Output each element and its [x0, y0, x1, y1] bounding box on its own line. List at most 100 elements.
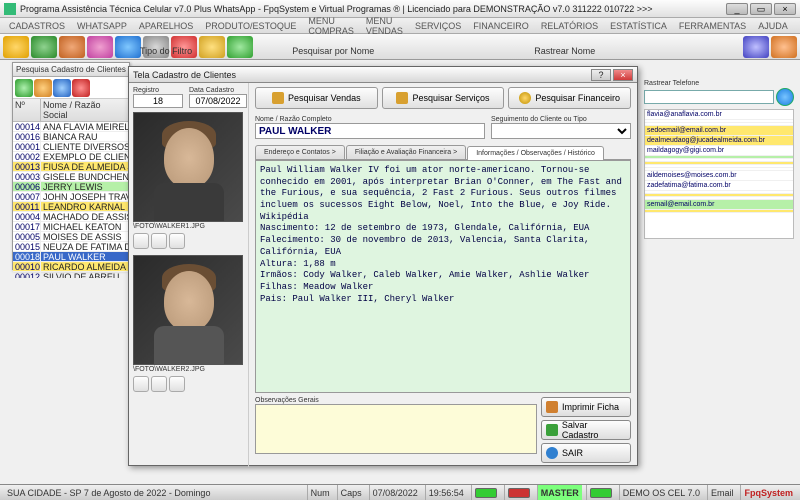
client-form-title[interactable]: Tela Cadastro de Clientes [133, 70, 236, 80]
clients-grid[interactable]: 00014ANA FLAVIA MEIRELES00016BIANCA RAU0… [13, 122, 129, 278]
obs-textarea[interactable] [255, 404, 537, 454]
menu-ferramentas[interactable]: FERRAMENTAS [674, 20, 751, 32]
imprimir-ficha-button[interactable]: Imprimir Ficha [541, 397, 631, 417]
email-row[interactable]: aildemoises@moises.com.br [645, 171, 793, 181]
table-row[interactable]: 00015NEUZA DE FATIMA DA SI [13, 242, 129, 252]
status-date: 07/08/2022 [369, 485, 421, 500]
table-row[interactable]: 00011LEANDRO KARNAL [13, 202, 129, 212]
table-row[interactable]: 00001CLIENTE DIVERSOS [13, 142, 129, 152]
menu-financeiro[interactable]: FINANCEIRO [468, 20, 534, 32]
table-row[interactable]: 00017MICHAEL KEATON [13, 222, 129, 232]
table-row[interactable]: 00013FIUSA DE ALMEIDA JUCA [13, 162, 129, 172]
print-icon [546, 401, 558, 413]
clients-search-title[interactable]: Pesquisa Cadastro de Clientes [13, 63, 129, 77]
table-row[interactable]: 00003GISELE BUNDCHEN [13, 172, 129, 182]
photo1-caption: \FOTO\WALKER1.JPG [133, 222, 244, 231]
table-row[interactable]: 00014ANA FLAVIA MEIRELES [13, 122, 129, 132]
maximize-button[interactable]: ▭ [750, 3, 772, 15]
menu-vendas[interactable]: MENU VENDAS [361, 15, 408, 37]
refresh-icon[interactable] [53, 79, 71, 97]
registro-label: Registro [133, 87, 183, 94]
photo2-caption: \FOTO\WALKER2.JPG [133, 365, 244, 374]
tab-filiacao[interactable]: Filiação e Avaliação Financeira > [346, 145, 466, 159]
delete-icon[interactable] [72, 79, 90, 97]
email-row[interactable]: semail@email.com.br [645, 200, 793, 210]
email-row[interactable]: zadefatima@fatima.com.br [645, 181, 793, 191]
menu-servicos[interactable]: SERVIÇOS [410, 20, 466, 32]
tool-3[interactable] [59, 36, 85, 58]
email-row[interactable]: flavia@anaflavia.com.br [645, 110, 793, 120]
email-row[interactable]: maildagogy@gigi.com.br [645, 146, 793, 156]
winb-help[interactable]: ? [591, 69, 611, 81]
col-no[interactable]: Nº [13, 99, 41, 121]
status-demo: DEMO OS CEL 7.0 [619, 485, 703, 500]
status-master: MASTER [537, 485, 582, 500]
email-row[interactable]: dealmeudaog@jucadealmeida.com.br [645, 136, 793, 146]
tool-1[interactable] [3, 36, 29, 58]
datacadastro-label: Data Cadastro [189, 87, 247, 94]
table-row[interactable]: 00016BIANCA RAU [13, 132, 129, 142]
menu-estatistica[interactable]: ESTATÍSTICA [605, 20, 672, 32]
photo1-open-icon[interactable] [133, 233, 149, 249]
close-button[interactable]: × [774, 3, 796, 15]
tool-4[interactable] [87, 36, 113, 58]
tool-r1[interactable] [743, 36, 769, 58]
salvar-cadastro-button[interactable]: Salvar Cadastro [541, 420, 631, 440]
registro-input[interactable] [133, 94, 183, 108]
bio-textarea[interactable]: Paul William Walker IV foi um ator norte… [255, 160, 631, 393]
table-row[interactable]: 00012SILVIO DE ABREU [13, 272, 129, 278]
photo2-clear-icon[interactable] [169, 376, 185, 392]
menu-relatorios[interactable]: RELATÓRIOS [536, 20, 603, 32]
table-row[interactable]: 00007JOHN JOSEPH TRAVOLTA [13, 192, 129, 202]
menu-produto[interactable]: PRODUTO/ESTOQUE [200, 20, 301, 32]
table-row[interactable]: 00002EXEMPLO DE CLIENTE [13, 152, 129, 162]
phone-search-go[interactable] [776, 88, 794, 106]
email-list[interactable]: flavia@anaflavia.com.br sedoemail@email.c… [644, 109, 794, 239]
edit-icon[interactable] [34, 79, 52, 97]
tool-r2[interactable] [771, 36, 797, 58]
new-icon[interactable] [15, 79, 33, 97]
datacadastro-input[interactable] [189, 94, 247, 108]
status-num: Num [307, 485, 333, 500]
phone-search-input[interactable] [644, 90, 774, 104]
email-row[interactable]: sedoemail@email.com.br [645, 126, 793, 136]
obs-label: Observações Gerais [255, 397, 537, 404]
photo2-zoom-icon[interactable] [151, 376, 167, 392]
menu-whatsapp[interactable]: WHATSAPP [72, 20, 132, 32]
financeiro-icon [519, 92, 531, 104]
table-row[interactable]: 00006JERRY LEWIS [13, 182, 129, 192]
menu-aparelhos[interactable]: APARELHOS [134, 20, 198, 32]
table-row[interactable]: 00018PAUL WALKER [13, 252, 129, 262]
menu-compras[interactable]: MENU COMPRAS [303, 15, 359, 37]
minimize-button[interactable]: _ [726, 3, 748, 15]
table-row[interactable]: 00005MOISES DE ASSIS [13, 232, 129, 242]
menu-cadastros[interactable]: CADASTROS [4, 20, 70, 32]
tab-informacoes[interactable]: Informações / Observações / Histórico [467, 146, 604, 160]
vendas-icon [272, 92, 284, 104]
col-name[interactable]: Nome / Razão Social [41, 99, 129, 121]
photo1-clear-icon[interactable] [169, 233, 185, 249]
photo-2[interactable] [133, 255, 243, 365]
status-email[interactable]: Email [707, 485, 737, 500]
table-row[interactable]: 00010RICARDO ALMEIDA [13, 262, 129, 272]
status-lamp-red [508, 488, 530, 498]
pesquisar-financeiro-button[interactable]: Pesquisar Financeiro [508, 87, 631, 109]
sair-button[interactable]: SAIR [541, 443, 631, 463]
tool-5[interactable] [115, 36, 141, 58]
tab-endereco[interactable]: Endereço e Contatos > [255, 145, 345, 159]
table-row[interactable]: 00004MACHADO DE ASSIS [13, 212, 129, 222]
tool-2[interactable] [31, 36, 57, 58]
nome-input[interactable] [255, 123, 485, 139]
seguimento-label: Seguimento do Cliente ou Tipo [491, 116, 587, 123]
exit-icon [546, 447, 558, 459]
seguimento-select[interactable] [491, 123, 631, 139]
photo1-zoom-icon[interactable] [151, 233, 167, 249]
photo2-open-icon[interactable] [133, 376, 149, 392]
menu-email[interactable]: 🌐E-MAIL [795, 14, 800, 38]
menu-ajuda[interactable]: AJUDA [753, 20, 793, 32]
pesquisar-vendas-button[interactable]: Pesquisar Vendas [255, 87, 378, 109]
winb-close[interactable]: × [613, 69, 633, 81]
photo-1[interactable] [133, 112, 243, 222]
pesquisar-servicos-button[interactable]: Pesquisar Serviços [382, 87, 505, 109]
email-row[interactable] [645, 210, 793, 213]
